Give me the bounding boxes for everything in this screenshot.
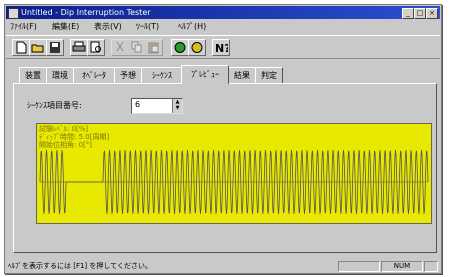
tab-preview[interactable]: ﾌﾟﾚﾋﾞｭｰ <box>181 65 229 84</box>
sequence-number-stepper[interactable]: 6 ▲ ▼ <box>131 98 183 114</box>
tab-sequence[interactable]: ｼｰｹﾝｽ <box>141 67 183 83</box>
save-icon <box>50 42 60 53</box>
window-title: Untitled - Dip Interruption Tester <box>21 8 151 17</box>
waveform-preview: 試験ﾚﾍﾞﾙ: 0[%] ﾃﾞｨｯﾌﾟ時間: 5.0[周期] 開始位相角: 0[… <box>36 123 432 224</box>
maximize-button[interactable]: □ <box>414 8 426 19</box>
status-cell-grip <box>424 261 438 272</box>
open-folder-icon <box>31 44 44 53</box>
copy-button[interactable] <box>128 39 146 56</box>
sequence-number-value: 6 <box>135 100 141 109</box>
spin-buttons[interactable]: ▲ ▼ <box>172 99 182 113</box>
tab-strip: 装置 環境 ｵﾍﾟﾚｰﾀ 予想 ｼｰｹﾝｽ ﾌﾟﾚﾋﾞｭｰ 結果 判定 <box>13 65 435 84</box>
svg-text:N?: N? <box>215 42 228 54</box>
save-button[interactable] <box>46 39 64 56</box>
print-preview-icon <box>90 41 101 53</box>
paste-button[interactable] <box>145 39 163 56</box>
tab-judgement[interactable]: 判定 <box>255 67 283 83</box>
stop-icon <box>191 42 203 53</box>
cut-icon <box>116 41 124 52</box>
tab-result[interactable]: 結果 <box>228 67 256 83</box>
spin-down-icon[interactable]: ▼ <box>173 105 182 111</box>
status-cell-empty <box>338 261 380 272</box>
sequence-number-label: ｼｰｹﾝｽ項目番号: <box>27 101 82 110</box>
print-button[interactable] <box>70 39 88 56</box>
status-bar: ﾍﾙﾌﾟを表示するには [F1] を押してください。 NUM <box>6 260 440 272</box>
open-button[interactable] <box>29 39 47 56</box>
menu-help[interactable]: ﾍﾙﾌﾟ(H) <box>178 20 206 33</box>
new-file-icon <box>16 41 27 54</box>
num-lock-indicator: NUM <box>381 261 423 272</box>
menu-file[interactable]: ﾌｧｲﾙ(F) <box>10 20 37 33</box>
stop-button[interactable] <box>188 39 206 56</box>
run-button[interactable] <box>171 39 189 56</box>
help-icon: N? <box>215 42 228 54</box>
menu-bar: ﾌｧｲﾙ(F) 編集(E) 表示(V) ﾂｰﾙ(T) ﾍﾙﾌﾟ(H) <box>6 20 440 33</box>
paste-icon <box>148 42 159 54</box>
tab-environment[interactable]: 環境 <box>46 67 74 83</box>
menu-view[interactable]: 表示(V) <box>94 20 122 33</box>
print-icon <box>72 41 86 52</box>
close-button[interactable]: × <box>426 8 438 19</box>
tab-device[interactable]: 装置 <box>19 67 47 83</box>
tab-operator[interactable]: ｵﾍﾟﾚｰﾀ <box>73 67 115 83</box>
app-icon <box>8 8 19 19</box>
cut-button[interactable] <box>111 39 129 56</box>
waveform-trace <box>39 149 429 215</box>
status-message: ﾍﾙﾌﾟを表示するには [F1] を押してください。 <box>8 262 152 270</box>
new-file-button[interactable] <box>12 39 30 56</box>
help-button[interactable]: N? <box>212 39 230 56</box>
run-icon <box>174 42 186 53</box>
title-bar[interactable]: Untitled - Dip Interruption Tester _ □ × <box>6 6 440 19</box>
tab-forecast[interactable]: 予想 <box>114 67 142 83</box>
copy-icon <box>131 41 142 53</box>
menu-edit[interactable]: 編集(E) <box>52 20 79 33</box>
menu-tools[interactable]: ﾂｰﾙ(T) <box>136 20 159 33</box>
toolbar: N? <box>6 35 440 59</box>
minimize-button[interactable]: _ <box>402 8 414 19</box>
app-window: Untitled - Dip Interruption Tester _ □ ×… <box>4 4 442 274</box>
print-preview-button[interactable] <box>87 39 105 56</box>
